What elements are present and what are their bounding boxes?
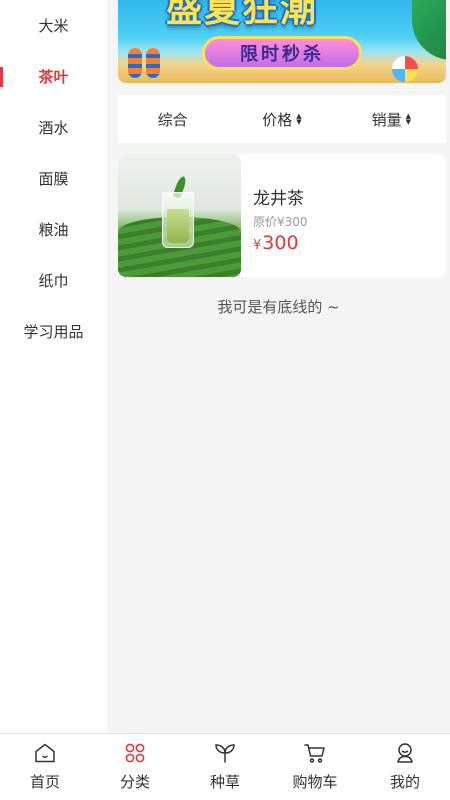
sort-label: 综合 — [157, 110, 188, 129]
sort-bar: 综合 价格 ▲ ▼ 销量 ▲ ▼ — [118, 95, 446, 143]
sidebar-item-facemask[interactable]: 面膜 — [0, 153, 107, 204]
tab-profile[interactable]: 我的 — [360, 734, 450, 800]
tab-label: 购物车 — [292, 773, 338, 791]
banner-title-art: 盛夏狂潮 — [166, 0, 319, 30]
category-sidebar: 大米 茶叶 酒水 面膜 粮油 纸巾 学习用品 — [0, 0, 107, 733]
sort-label: 价格 — [262, 110, 293, 129]
sidebar-item-grain-oil[interactable]: 粮油 — [0, 204, 107, 255]
flip-flop-image — [146, 48, 160, 78]
sort-arrows-icon: ▲ ▼ — [405, 112, 412, 126]
tab-label: 分类 — [119, 773, 150, 791]
home-icon — [35, 743, 55, 763]
sidebar-item-tea[interactable]: 茶叶 — [0, 51, 107, 102]
sidebar-item-liquor[interactable]: 酒水 — [0, 102, 107, 153]
sort-arrows-icon: ▲ ▼ — [296, 112, 302, 126]
tab-label: 我的 — [389, 773, 420, 791]
palm-leaf-image — [412, 0, 446, 60]
tab-cart[interactable]: 购物车 — [270, 734, 360, 800]
tab-home[interactable]: 首页 — [0, 734, 90, 800]
end-of-list-note: 我可是有底线的 ~ — [217, 298, 340, 316]
sort-comprehensive[interactable]: 综合 — [118, 109, 227, 130]
product-original-price: 原价¥300 — [253, 215, 308, 229]
sidebar-item-stationery[interactable]: 学习用品 — [0, 306, 107, 357]
main-content: 盛夏狂潮 限时秒杀 综合 价格 ▲ ▼ 销量 ▲ ▼ 龙井茶 原价¥300 ¥3… — [107, 0, 450, 733]
category-icon — [125, 743, 145, 763]
sort-sales[interactable]: 销量 ▲ ▼ — [337, 109, 446, 130]
tea-glass-image — [162, 192, 194, 248]
sidebar-item-tissue[interactable]: 纸巾 — [0, 255, 107, 306]
promo-banner[interactable]: 盛夏狂潮 限时秒杀 — [118, 0, 446, 83]
profile-icon — [397, 743, 413, 763]
tab-sprout[interactable]: 种草 — [180, 734, 270, 800]
tab-label: 种草 — [209, 773, 240, 791]
currency-symbol: ¥ — [253, 238, 262, 253]
beach-ball-image — [392, 56, 418, 82]
product-image — [118, 154, 241, 277]
sidebar-item-rice[interactable]: 大米 — [0, 0, 107, 51]
bottom-tab-bar: 首页 分类 种草 购物车 我的 — [0, 733, 450, 800]
tab-category[interactable]: 分类 — [90, 734, 180, 800]
banner-subtitle-art: 限时秒杀 — [202, 36, 362, 70]
product-name: 龙井茶 — [253, 189, 304, 209]
sprout-icon — [215, 744, 235, 763]
sort-price[interactable]: 价格 ▲ ▼ — [227, 109, 336, 130]
product-price: ¥300 — [253, 232, 308, 254]
flip-flop-image — [128, 48, 142, 78]
tab-label: 首页 — [29, 773, 60, 791]
price-value: 300 — [262, 232, 299, 254]
cart-icon — [304, 744, 325, 763]
product-card[interactable]: 龙井茶 原价¥300 ¥300 — [118, 154, 446, 277]
app-root: 大米 茶叶 酒水 面膜 粮油 纸巾 学习用品 盛夏狂潮 限时秒杀 综合 价格 ▲… — [0, 0, 450, 800]
sort-label: 销量 — [371, 110, 402, 129]
product-info: 龙井茶 原价¥300 ¥300 — [241, 154, 308, 277]
